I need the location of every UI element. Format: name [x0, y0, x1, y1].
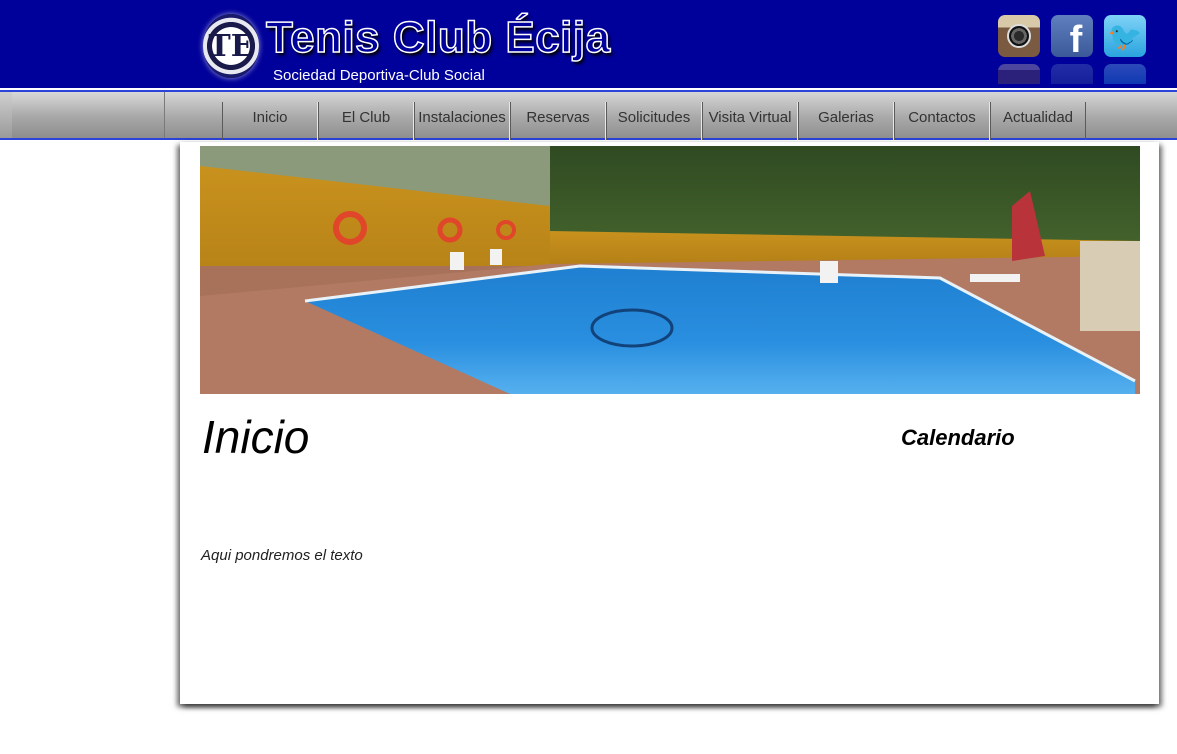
twitter-reflection: [1104, 64, 1146, 84]
nav-item-el-club[interactable]: El Club: [318, 102, 414, 140]
nav-item-instalaciones[interactable]: Instalaciones: [414, 102, 510, 140]
nav-item-galerias[interactable]: Galerias: [798, 102, 894, 140]
nav-item-reservas[interactable]: Reservas: [510, 102, 606, 140]
nav-item-actualidad[interactable]: Actualidad: [990, 102, 1086, 140]
nav-item-visita-virtual[interactable]: Visita Virtual: [702, 102, 798, 140]
nav-item-solicitudes[interactable]: Solicitudes: [606, 102, 702, 140]
main-navigation: Inicio El Club Instalaciones Reservas So…: [0, 90, 1177, 140]
nav-item-contactos[interactable]: Contactos: [894, 102, 990, 140]
instagram-icon[interactable]: [998, 15, 1040, 57]
body-text: Aqui pondremos el texto: [201, 547, 363, 564]
facebook-icon[interactable]: f: [1051, 15, 1093, 61]
logo-monogram: TE: [208, 28, 254, 64]
site-title: Tenis Club Écija: [265, 12, 611, 63]
facebook-reflection: [1051, 64, 1093, 84]
nav-menu: Inicio El Club Instalaciones Reservas So…: [222, 102, 1086, 140]
club-logo[interactable]: TE: [203, 14, 259, 78]
instagram-reflection: [998, 64, 1040, 84]
page-title: Inicio: [202, 411, 310, 463]
hero-pool-image: [200, 146, 1140, 394]
nav-item-inicio[interactable]: Inicio: [222, 102, 318, 140]
nav-left-gap: [0, 92, 12, 138]
site-header: TE Tenis Club Écija Sociedad Deportiva-C…: [0, 0, 1177, 88]
content-panel: Inicio Calendario Aqui pondremos el text…: [180, 142, 1159, 704]
calendar-heading: Calendario: [901, 425, 1015, 450]
nav-left-panel: [12, 92, 165, 138]
twitter-icon[interactable]: 🐦: [1104, 15, 1146, 57]
site-subtitle: Sociedad Deportiva-Club Social: [273, 67, 485, 84]
